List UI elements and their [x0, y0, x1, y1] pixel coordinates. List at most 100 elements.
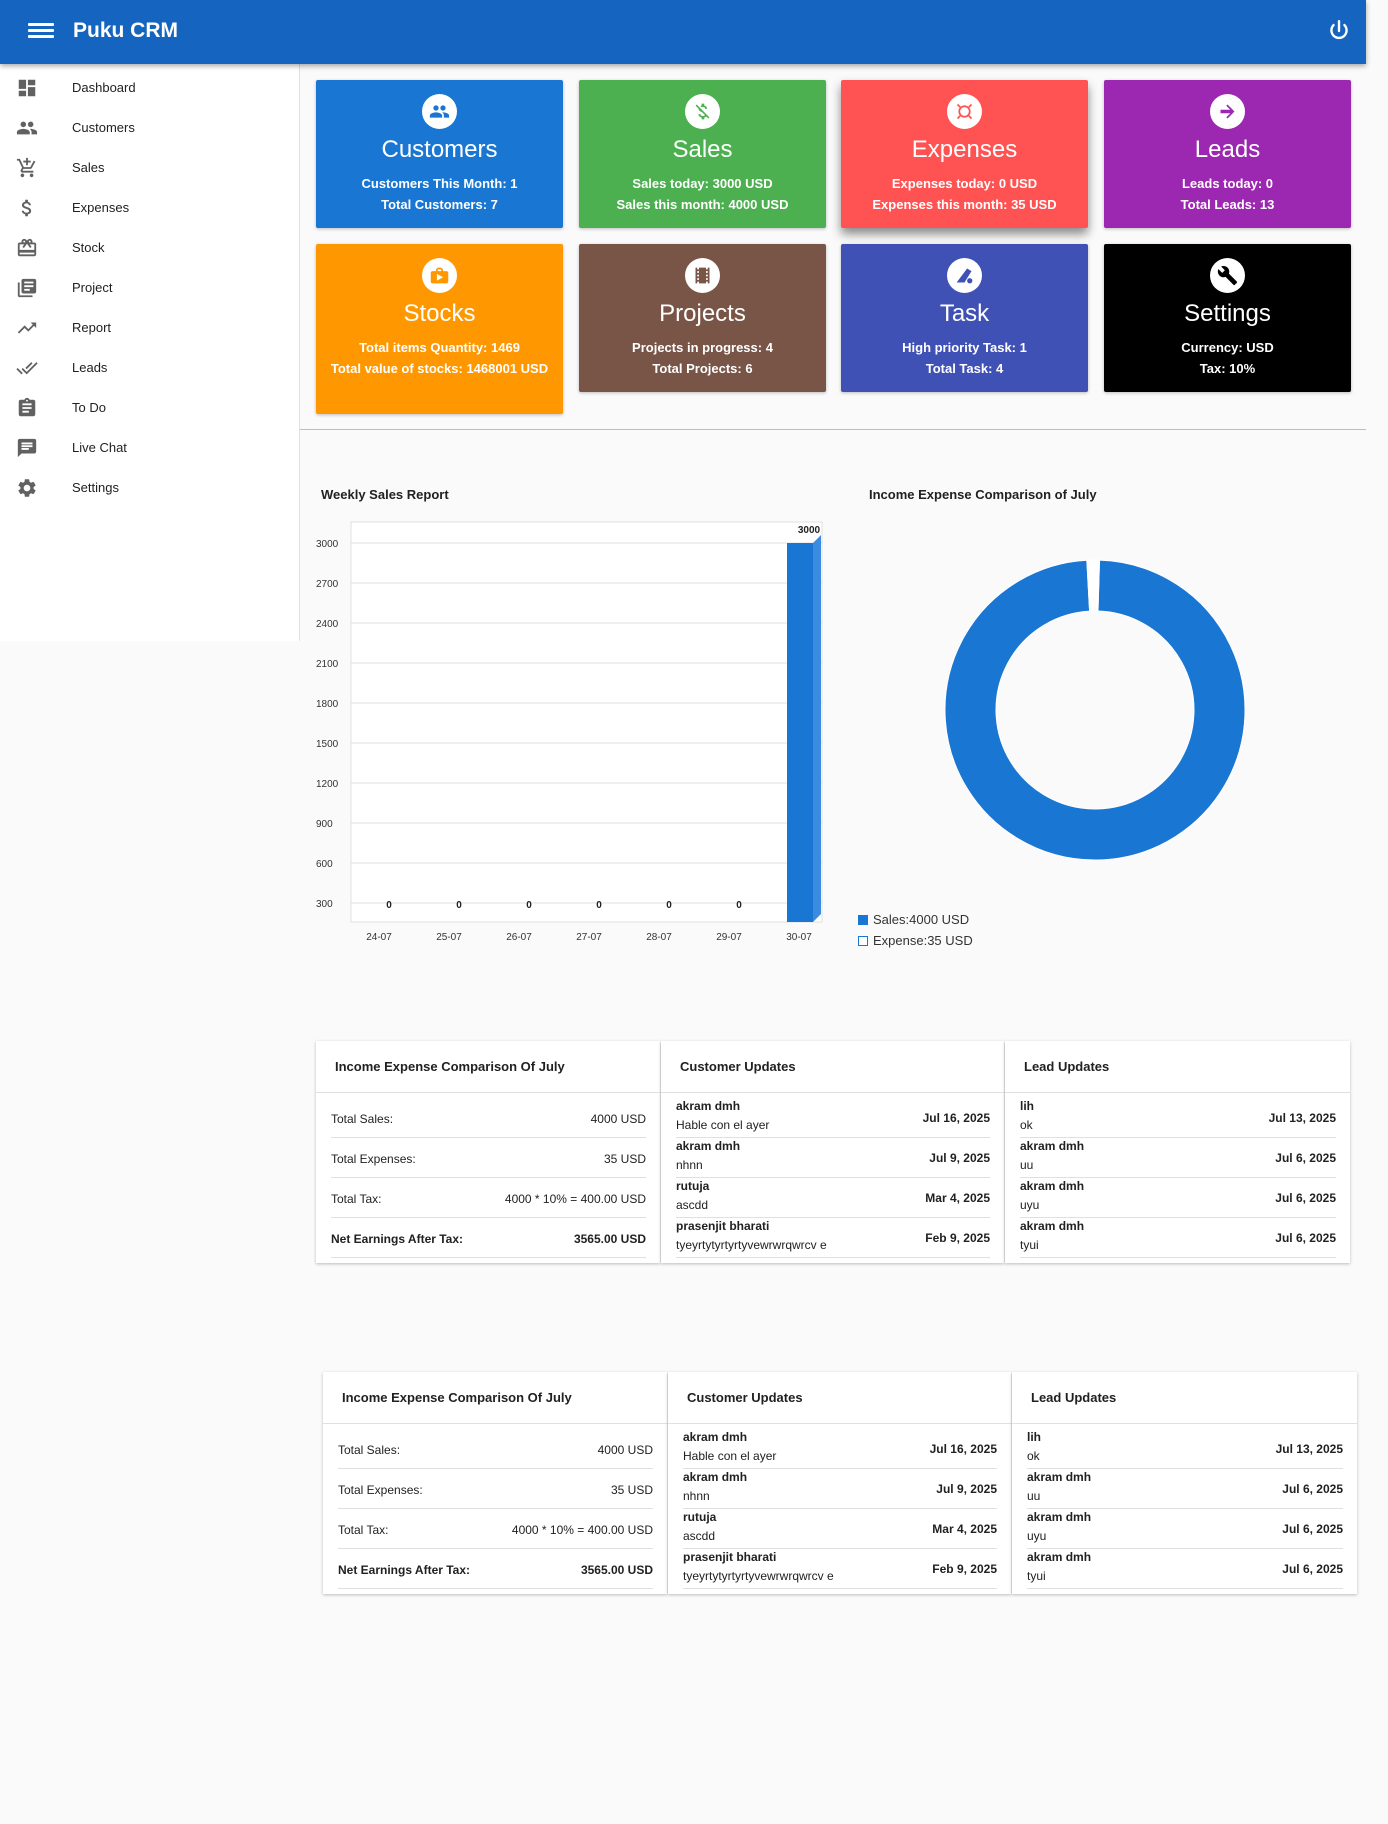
sidebar-item-customers[interactable]: Customers	[0, 107, 299, 147]
card-title: Projects	[659, 300, 746, 327]
y-tick-label: 900	[316, 819, 333, 830]
row-value: 35 USD	[610, 1483, 653, 1497]
update-name: akram dmh	[1027, 1510, 1092, 1524]
sidebar-item-report[interactable]: Report	[0, 307, 299, 347]
gift-box-icon	[17, 238, 37, 257]
row-value: 4000 * 10% = 400.00 USD	[511, 1523, 653, 1537]
update-date: Jul 6, 2025	[1275, 1191, 1336, 1205]
panel-title: Income Expense Comparison Of July	[335, 1059, 565, 1074]
update-date: Jul 6, 2025	[1275, 1151, 1336, 1165]
expense-icon	[947, 94, 982, 129]
legend-item-sales: Sales:4000 USD	[858, 912, 969, 927]
projects-card[interactable]: Projects Projects in progress: 4 Total P…	[579, 244, 826, 392]
panel-title: Customer Updates	[687, 1390, 803, 1405]
list-item[interactable]: akram dmh uu Jul 6, 2025	[1020, 1138, 1336, 1178]
update-date: Jul 16, 2025	[922, 1111, 990, 1125]
y-tick-label: 1800	[316, 699, 339, 710]
menu-icon[interactable]	[28, 20, 54, 42]
list-item[interactable]: akram dmh uyu Jul 6, 2025	[1020, 1178, 1336, 1218]
update-note: tyui	[1027, 1569, 1046, 1583]
sidebar-item-live-chat[interactable]: Live Chat	[0, 427, 299, 467]
data-label: 0	[386, 900, 392, 911]
list-item[interactable]: akram dmh Hable con el ayer Jul 16, 2025	[676, 1098, 990, 1138]
lead-updates-panel: Lead Updates lih ok Jul 13, 2025 akram dmh…	[1005, 1041, 1350, 1263]
list-item[interactable]: akram dmh tyui Jul 6, 2025	[1027, 1549, 1343, 1589]
card-line: Projects in progress: 4	[632, 340, 773, 355]
update-date: Feb 9, 2025	[925, 1231, 990, 1245]
sidebar-item-stock[interactable]: Stock	[0, 227, 299, 267]
update-note: tyeyrtytyrtyrtyvewrwrqwrcv e	[676, 1238, 827, 1252]
list-item[interactable]: rutuja ascdd Mar 4, 2025	[683, 1509, 997, 1549]
row-label: Total Sales:	[331, 1112, 394, 1126]
customers-card[interactable]: Customers Customers This Month: 1 Total …	[316, 80, 563, 228]
list-item[interactable]: akram dmh nhnn Jul 9, 2025	[683, 1469, 997, 1509]
card-line: Total value of stocks: 1468001 USD	[330, 361, 549, 376]
sidebar-item-label: Stock	[72, 240, 105, 255]
update-date: Jul 6, 2025	[1275, 1231, 1336, 1245]
sidebar-item-project[interactable]: Project	[0, 267, 299, 307]
sidebar-item-settings[interactable]: Settings	[0, 467, 299, 507]
cart-add-icon	[16, 157, 36, 178]
row-label: Total Expenses:	[338, 1483, 423, 1497]
x-tick-label: 26-07	[506, 932, 532, 940]
sidebar-item-label: Report	[72, 320, 112, 335]
card-line: High priority Task: 1	[902, 340, 1027, 355]
expense-slice	[1086, 559, 1101, 612]
power-icon[interactable]	[1326, 18, 1352, 44]
sidebar-item-sales[interactable]: Sales	[0, 147, 299, 187]
plot-area	[350, 521, 823, 923]
card-line: Total items Quantity: 1469	[359, 340, 520, 355]
list-item[interactable]: akram dmh uu Jul 6, 2025	[1027, 1469, 1343, 1509]
list-item[interactable]: lih ok Jul 13, 2025	[1020, 1098, 1336, 1138]
sidebar-item-label: Project	[72, 280, 113, 295]
sidebar-item-leads[interactable]: Leads	[0, 347, 299, 387]
people-icon	[422, 94, 457, 129]
row-label: Total Tax:	[338, 1523, 389, 1537]
stocks-card[interactable]: Stocks Total items Quantity: 1469 Total …	[316, 244, 563, 414]
sidebar-item-expenses[interactable]: Expenses	[0, 187, 299, 227]
update-note: uu	[1020, 1158, 1034, 1172]
update-name: akram dmh	[1020, 1219, 1085, 1233]
panel-title: Income Expense Comparison Of July	[342, 1390, 572, 1405]
settings-card[interactable]: Settings Currency: USD Tax: 10%	[1104, 244, 1351, 392]
task-card[interactable]: Task High priority Task: 1 Total Task: 4	[841, 244, 1088, 392]
update-name: akram dmh	[683, 1470, 748, 1484]
wrench-icon	[1210, 258, 1245, 293]
data-label: 3000	[798, 525, 821, 536]
customer-updates-panel: Customer Updates akram dmh Hable con el a…	[668, 1372, 1011, 1594]
table-row: Total Expenses: 35 USD	[338, 1469, 653, 1509]
sales-card[interactable]: Sales Sales today: 3000 USD Sales this m…	[579, 80, 826, 228]
sidebar-item-todo[interactable]: To Do	[0, 387, 299, 427]
card-title: Stocks	[403, 300, 476, 327]
list-item[interactable]: akram dmh nhnn Jul 9, 2025	[676, 1138, 990, 1178]
leads-card[interactable]: Leads Leads today: 0 Total Leads: 13	[1104, 80, 1351, 228]
card-line: Customers This Month: 1	[361, 176, 518, 191]
list-item[interactable]: prasenjit bharati tyeyrtytyrtyrtyvewrwrqw…	[683, 1549, 997, 1589]
card-line: Sales today: 3000 USD	[632, 176, 773, 191]
list-item[interactable]: akram dmh tyui Jul 6, 2025	[1020, 1218, 1336, 1258]
list-item[interactable]: akram dmh Hable con el ayer Jul 16, 2025	[683, 1429, 997, 1469]
chat-icon	[17, 438, 37, 458]
list-item[interactable]: rutuja ascdd Mar 4, 2025	[676, 1178, 990, 1218]
card-line: Currency: USD	[1181, 340, 1274, 355]
expenses-card[interactable]: Expenses Expenses today: 0 USD Expenses …	[841, 80, 1088, 228]
data-label: 0	[666, 900, 672, 911]
bar	[787, 543, 813, 922]
card-line: Total Customers: 7	[381, 197, 498, 212]
update-note: nhnn	[683, 1489, 710, 1503]
update-date: Mar 4, 2025	[925, 1191, 990, 1205]
update-note: uyu	[1027, 1529, 1047, 1543]
list-item[interactable]: akram dmh uyu Jul 6, 2025	[1027, 1509, 1343, 1549]
list-item[interactable]: lih ok Jul 13, 2025	[1027, 1429, 1343, 1469]
update-name: akram dmh	[676, 1099, 741, 1113]
table-row: Total Tax: 4000 * 10% = 400.00 USD	[338, 1509, 653, 1549]
card-line: Total Projects: 6	[652, 361, 753, 376]
sidebar-item-dashboard[interactable]: Dashboard	[0, 67, 299, 107]
list-item[interactable]: prasenjit bharati tyeyrtytyrtyrtyvewrwrqw…	[676, 1218, 990, 1258]
update-name: prasenjit bharati	[676, 1219, 770, 1233]
update-name: prasenjit bharati	[683, 1550, 777, 1564]
row-label: Total Tax:	[331, 1192, 382, 1206]
card-title: Leads	[1194, 136, 1261, 163]
update-date: Jul 6, 2025	[1282, 1482, 1343, 1496]
top-app-bar: Puku CRM	[0, 0, 1366, 64]
